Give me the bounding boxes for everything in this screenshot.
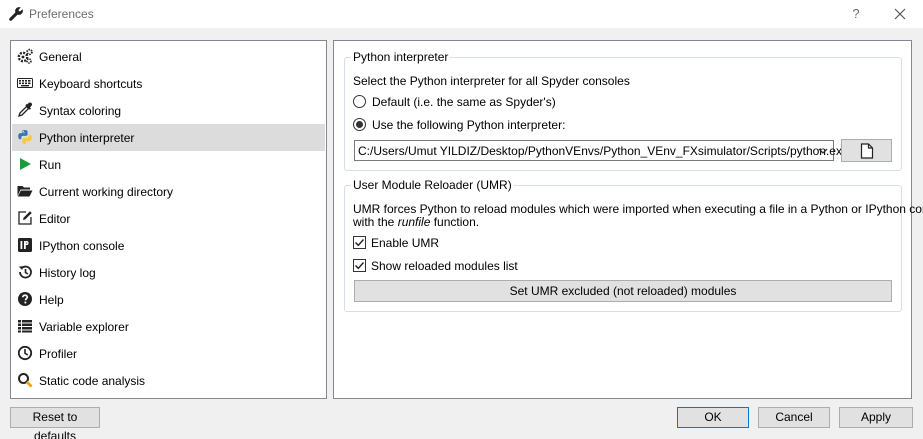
close-button[interactable] — [889, 4, 911, 24]
sidebar-item-label: Current working directory — [39, 185, 174, 199]
question-circle-icon — [18, 292, 32, 306]
file-icon — [860, 143, 874, 159]
interpreter-path-value: C:/Users/Umut YILDIZ/Desktop/PythonVEnvs… — [358, 144, 849, 158]
magnifier-icon — [18, 373, 33, 388]
set-umr-excluded-button[interactable]: Set UMR excluded (not reloaded) modules — [354, 280, 892, 302]
sidebar-item-label: IPython console — [39, 239, 125, 253]
sidebar-item-label: Static code analysis — [39, 374, 146, 388]
enable-umr-label[interactable]: Enable UMR — [371, 236, 439, 250]
ipython-icon — [18, 238, 32, 252]
sidebar-item-label: Variable explorer — [39, 320, 129, 334]
sidebar-item-label: Editor — [39, 212, 71, 226]
sidebar-item-label: Run — [39, 158, 62, 172]
title-bar: Preferences ? — [0, 0, 923, 28]
reset-defaults-button[interactable]: Reset to defaults — [10, 407, 100, 439]
wrench-icon — [9, 7, 23, 21]
sidebar-item-variable-explorer[interactable]: Variable explorer — [12, 313, 325, 340]
sidebar-item-keyboard-shortcuts[interactable]: Keyboard shortcuts — [12, 70, 325, 97]
group-title: Python interpreter — [351, 50, 451, 64]
sidebar-item-general[interactable]: General — [12, 43, 325, 70]
keyboard-icon — [17, 78, 33, 88]
sidebar-item-editor[interactable]: Editor — [12, 205, 325, 232]
default-interpreter-radio[interactable] — [353, 95, 366, 108]
sidebar-item-label: History log — [39, 266, 96, 280]
gears-icon — [17, 48, 33, 64]
checkmark-icon — [355, 239, 365, 247]
sidebar-item-profiler[interactable]: Profiler — [12, 340, 325, 367]
history-icon — [18, 265, 32, 279]
sidebar-item-current-working-directory[interactable]: Current working directory — [12, 178, 325, 205]
custom-interpreter-radio[interactable] — [353, 118, 366, 131]
preferences-sidebar: General Keyboard shortcuts Syntax colori… — [10, 40, 327, 399]
browse-file-button[interactable] — [841, 139, 892, 162]
eyedropper-icon — [17, 102, 33, 118]
interpreter-description: Select the Python interpreter for all Sp… — [353, 74, 630, 88]
ok-button[interactable]: OK — [677, 407, 749, 428]
window-title: Preferences — [29, 7, 94, 21]
table-icon — [18, 320, 32, 333]
custom-interpreter-label[interactable]: Use the following Python interpreter: — [372, 118, 565, 132]
interpreter-path-combo[interactable]: C:/Users/Umut YILDIZ/Desktop/PythonVEnvs… — [354, 140, 849, 161]
close-icon — [894, 8, 906, 20]
sidebar-item-python-interpreter[interactable]: Python interpreter — [12, 124, 325, 151]
play-icon — [20, 158, 31, 170]
umr-description-line2: with the runfile function. — [353, 215, 480, 229]
help-button[interactable]: ? — [846, 4, 866, 24]
umr-description-line1: UMR forces Python to reload modules whic… — [353, 202, 923, 216]
sidebar-item-syntax-coloring[interactable]: Syntax coloring — [12, 97, 325, 124]
group-title: User Module Reloader (UMR) — [351, 178, 514, 192]
sidebar-item-label: Keyboard shortcuts — [39, 77, 143, 91]
sidebar-item-label: Syntax coloring — [39, 104, 122, 118]
folder-open-icon — [17, 186, 33, 197]
python-icon — [18, 130, 32, 144]
default-interpreter-label[interactable]: Default (i.e. the same as Spyder's) — [372, 95, 556, 109]
edit-icon — [18, 211, 32, 225]
sidebar-item-run[interactable]: Run — [12, 151, 325, 178]
checkmark-icon — [355, 262, 365, 270]
show-reloaded-modules-label[interactable]: Show reloaded modules list — [371, 259, 518, 273]
clock-icon — [17, 345, 33, 361]
sidebar-item-label: Python interpreter — [39, 131, 135, 145]
enable-umr-checkbox[interactable] — [353, 236, 366, 249]
show-reloaded-modules-checkbox[interactable] — [353, 259, 366, 272]
sidebar-item-help[interactable]: Help — [12, 286, 325, 313]
sidebar-item-history-log[interactable]: History log — [12, 259, 325, 286]
preferences-content: Python interpreter Select the Python int… — [333, 40, 923, 399]
sidebar-item-label: Profiler — [39, 347, 78, 361]
sidebar-item-static-code-analysis[interactable]: Static code analysis — [12, 367, 325, 394]
sidebar-item-label: Help — [39, 293, 64, 307]
cancel-button[interactable]: Cancel — [758, 407, 830, 428]
chevron-down-icon — [818, 148, 828, 154]
apply-button[interactable]: Apply — [839, 407, 913, 428]
sidebar-item-ipython-console[interactable]: IPython console — [12, 232, 325, 259]
sidebar-item-label: General — [39, 50, 82, 64]
